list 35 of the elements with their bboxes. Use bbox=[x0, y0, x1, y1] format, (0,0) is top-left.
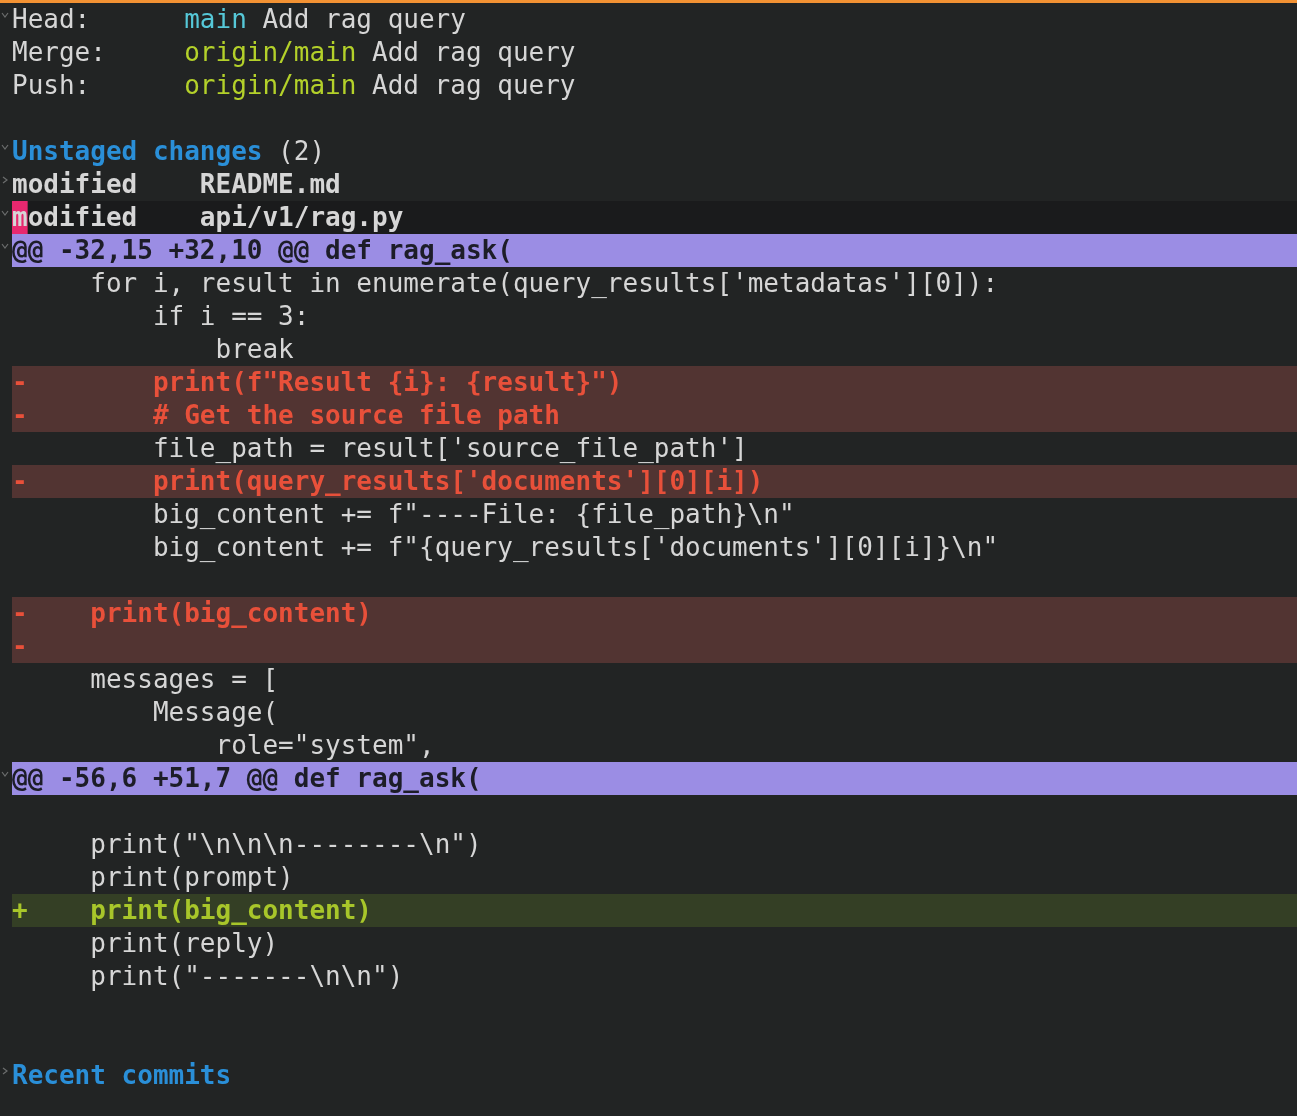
code-line: Message( bbox=[151, 696, 279, 729]
header-label: Head: bbox=[12, 3, 92, 36]
code-line: role="system", bbox=[214, 729, 435, 762]
code-line: print("\n\n\n--------\n") bbox=[89, 828, 482, 861]
expanded-chevron-icon[interactable] bbox=[1, 242, 9, 250]
expanded-chevron-icon[interactable] bbox=[1, 11, 9, 19]
header-label: Push: bbox=[12, 69, 92, 102]
file-path[interactable]: README.md bbox=[199, 168, 341, 201]
code-line: big_content += f"----File: {file_path}\n" bbox=[151, 498, 795, 531]
file-path[interactable]: api/v1/rag.py bbox=[199, 201, 404, 234]
section-heading[interactable]: Unstaged changes bbox=[12, 135, 263, 168]
header-label: Merge: bbox=[12, 36, 107, 69]
code-line: print(prompt) bbox=[89, 861, 294, 894]
section-count: (2) bbox=[278, 135, 326, 168]
code-line: print("-------\n\n") bbox=[89, 960, 404, 993]
section-heading[interactable]: Recent commits bbox=[12, 1059, 232, 1092]
file-status[interactable]: modified bbox=[12, 168, 200, 201]
branch-ref: main bbox=[184, 3, 247, 36]
collapsed-chevron-icon[interactable] bbox=[1, 1067, 9, 1075]
code-line: break bbox=[214, 333, 294, 366]
commit-message: Add rag query bbox=[372, 36, 576, 69]
commit-message: Add rag query bbox=[372, 69, 576, 102]
code-line: for i, result in enumerate(query_results['metadatas'][0]): bbox=[89, 267, 999, 300]
expanded-chevron-icon[interactable] bbox=[1, 770, 9, 778]
code-line: big_content += f"{query_results['documents'][0][i]}\n" bbox=[151, 531, 999, 564]
expanded-chevron-icon[interactable] bbox=[1, 143, 9, 151]
commit-message: Add rag query bbox=[262, 3, 466, 36]
collapsed-chevron-icon[interactable] bbox=[1, 176, 9, 184]
code-line: if i == 3: bbox=[151, 300, 310, 333]
code-line: file_path = result['source_file_path'] bbox=[151, 432, 748, 465]
expanded-chevron-icon[interactable] bbox=[1, 209, 9, 217]
branch-ref: origin/main bbox=[184, 36, 357, 69]
code-line: print(reply) bbox=[89, 927, 279, 960]
branch-ref: origin/main bbox=[184, 69, 357, 102]
code-line: messages = [ bbox=[89, 663, 279, 696]
